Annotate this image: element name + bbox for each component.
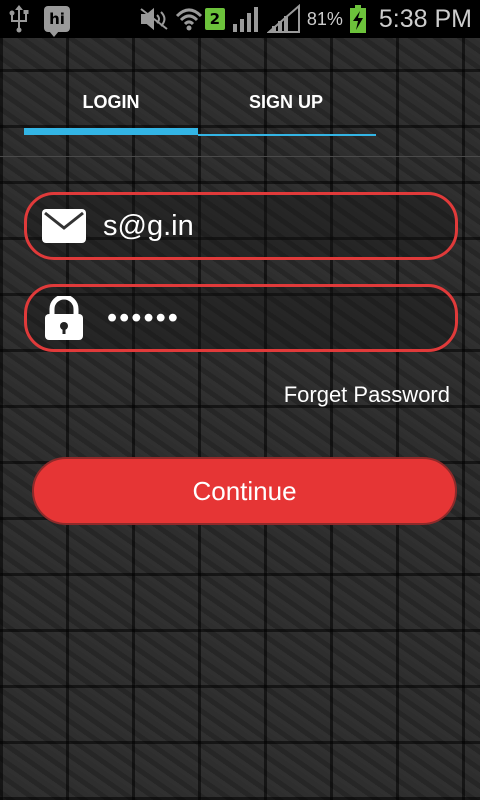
tab-baseline: [198, 134, 376, 136]
email-input[interactable]: [103, 209, 433, 243]
lock-icon: [45, 296, 83, 340]
app-notification-icon: hi: [44, 6, 70, 37]
tab-signup-label: SIGN UP: [248, 92, 323, 112]
tab-login-label: LOGIN: [82, 92, 140, 112]
password-input[interactable]: [107, 301, 437, 335]
wifi-icon: [175, 8, 202, 31]
active-tab-indicator: [24, 128, 198, 135]
clock: 5:38 PM: [378, 4, 472, 33]
app-icon-text: hi: [49, 10, 65, 28]
usb-icon: [9, 5, 29, 33]
auth-tabs: LOGIN SIGN UP: [24, 80, 376, 138]
battery-charging-icon: [349, 5, 366, 33]
email-field[interactable]: [24, 192, 458, 260]
tab-signup[interactable]: SIGN UP: [198, 80, 374, 136]
sim-badge: 2: [204, 8, 225, 30]
header-divider: [0, 156, 480, 157]
battery-percent: 81%: [306, 8, 343, 29]
signal-icon: [232, 7, 258, 32]
sim-badge-text: 2: [209, 10, 221, 28]
forget-password-label: Forget Password: [283, 382, 450, 407]
continue-button[interactable]: Continue: [32, 457, 457, 525]
envelope-icon: [42, 209, 86, 243]
signal-icon-2: [266, 4, 300, 33]
continue-label: Continue: [192, 475, 297, 506]
mute-icon: [140, 7, 168, 31]
password-field[interactable]: [24, 284, 458, 352]
status-bar: hi 2 81% 5:38 PM: [0, 0, 480, 38]
forget-password-link[interactable]: Forget Password: [284, 382, 450, 408]
